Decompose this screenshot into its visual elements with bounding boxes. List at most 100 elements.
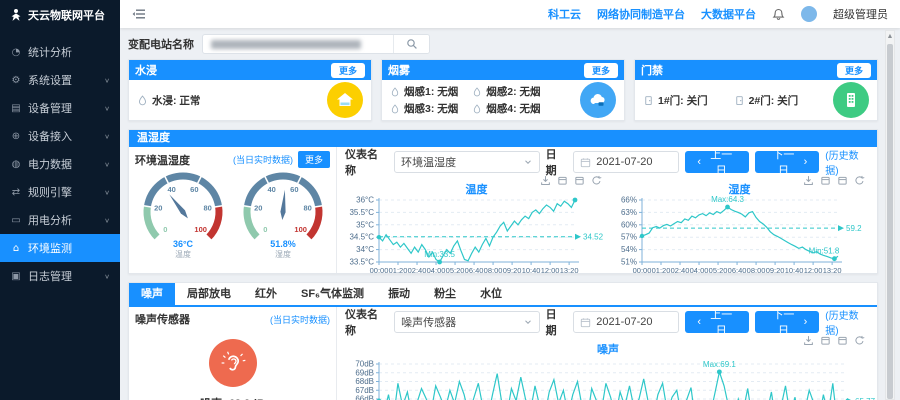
smoke-sensor-3: 烟感3: 无烟 [404,101,458,116]
gauge-subpanel: 环境温湿度 (当日实时数据) 更多 02040608010036°C温度 020… [129,147,337,273]
svg-text:Max:69.1: Max:69.1 [703,360,736,369]
door-more-button[interactable]: 更多 [837,63,871,78]
calendar-icon [580,317,591,328]
chevron-down-icon [523,157,533,167]
svg-text:00:00: 00:00 [633,266,652,275]
tab-infrared[interactable]: 红外 [243,283,289,305]
temperature-chart: 温度36°C35.5°C35°C34.5°C34°C33.5°C00:0001:… [345,175,608,275]
smoke-more-button[interactable]: 更多 [584,63,618,78]
door-icon [643,95,654,106]
svg-text:Min:33.5: Min:33.5 [424,250,455,259]
svg-text:66dB: 66dB [355,395,374,400]
svg-text:35°C: 35°C [356,220,374,229]
tab-water-level[interactable]: 水位 [468,283,514,305]
date-picker[interactable]: 2021-07-20 [573,311,679,333]
smoke-panel-title: 烟雾 [388,62,410,78]
ear-icon [220,350,246,376]
link-bigdata-platform[interactable]: 大数据平台 [701,6,756,22]
gauge-more-button[interactable]: 更多 [298,151,330,168]
page-scrollbar[interactable]: ▲ [885,30,895,400]
search-icon [406,38,418,50]
scroll-up-arrow[interactable]: ▲ [886,31,894,42]
water-more-button[interactable]: 更多 [331,63,365,78]
history-data-link[interactable]: (历史数据) [825,307,871,337]
gear-icon: ⚙ [10,75,22,86]
svg-text:10:40: 10:40 [522,266,541,275]
meter-select[interactable]: 环境温湿度 [394,151,539,173]
noise-chart: 噪声70dB69dB68dB67dB66dB65dB64dB63dB62dB00… [345,335,871,400]
sidebar-item-log-mgmt[interactable]: ▣日志管理∨ [0,262,120,290]
tab-vibration[interactable]: 振动 [376,283,422,305]
date-picker[interactable]: 2021-07-20 [573,151,679,173]
app-title: 天云物联网平台 [28,7,105,23]
water-status: 水浸: 正常 [152,93,200,108]
svg-text:01:20: 01:20 [652,266,671,275]
svg-text:Max:64.3: Max:64.3 [711,195,744,204]
bell-icon[interactable] [772,8,785,21]
search-button[interactable] [393,35,429,53]
history-data-link[interactable]: (历史数据) [825,147,871,177]
next-day-button[interactable]: 下一日› [755,311,819,333]
prev-day-button[interactable]: ‹上一日 [685,151,749,173]
chevron-down-icon: ∨ [104,76,110,83]
humidity-gauge: 02040608010051.8%湿度 [233,168,333,263]
svg-text:69dB: 69dB [355,368,374,377]
water-drop-icon [137,95,148,106]
realtime-data-label: (当日实时数据) [270,313,330,326]
svg-text:70dB: 70dB [355,360,374,369]
svg-text:63%: 63% [621,208,637,217]
sidebar-item-stats[interactable]: ◔统计分析 [0,38,120,66]
plug-icon: ⊕ [10,131,22,142]
link-kegong-cloud[interactable]: 科工云 [548,6,581,22]
meter-name-label: 仪表名称 [345,306,388,338]
meter-name-label: 仪表名称 [345,146,388,178]
sidebar-item-system-settings[interactable]: ⚙系统设置∨ [0,66,120,94]
house-icon [335,90,355,110]
noise-reading: 噪声: 63.9dB [135,395,330,400]
next-day-button[interactable]: 下一日› [755,151,819,173]
svg-text:80: 80 [203,204,211,213]
chevron-down-icon: ∨ [104,272,110,279]
svg-text:04:00: 04:00 [690,266,709,275]
svg-text:67dB: 67dB [355,386,374,395]
svg-text:40: 40 [167,185,175,194]
sidebar-item-device-mgmt[interactable]: ▤设备管理∨ [0,94,120,122]
smoke-sensor-icon [472,87,482,97]
tab-dust[interactable]: 粉尘 [422,283,468,305]
sidebar-item-rule-engine[interactable]: ⇄规则引擎∨ [0,178,120,206]
avatar[interactable] [801,6,817,22]
log-icon: ▣ [10,271,22,282]
svg-text:0: 0 [263,225,267,234]
scrollbar-thumb[interactable] [887,44,893,399]
svg-text:40: 40 [267,185,275,194]
collapse-sidebar-icon[interactable] [132,8,146,20]
sidebar-item-power-analysis[interactable]: ▭用电分析∨ [0,206,120,234]
svg-text:02:40: 02:40 [408,266,427,275]
noise-badge [209,339,257,387]
tab-noise[interactable]: 噪声 [129,283,175,305]
redacted-text [211,40,361,49]
svg-text:08:00: 08:00 [484,266,503,275]
sidebar-item-power-data[interactable]: ◍电力数据∨ [0,150,120,178]
tab-sf6-gas[interactable]: SF₆气体监测 [289,283,376,305]
svg-text:02:40: 02:40 [671,266,690,275]
building-icon [841,90,861,110]
sidebar-item-env-monitoring[interactable]: ⌂环境监测 [0,234,120,262]
smoke-sensor-1: 烟感1: 无烟 [404,84,458,99]
temp-humidity-section: 温湿度 环境温湿度 (当日实时数据) 更多 02040608010036°C温度… [128,129,878,274]
humidity-chart: 湿度66%63%60%57%54%51%00:0001:2002:4004:00… [608,175,871,275]
meter-select[interactable]: 噪声传感器 [394,311,539,333]
svg-text:0: 0 [163,225,167,234]
svg-text:00:00: 00:00 [370,266,389,275]
link-collab-platform[interactable]: 网络协同制造平台 [597,6,685,22]
substation-name-input[interactable] [203,35,393,53]
chevron-down-icon: ∨ [104,132,110,139]
chevron-down-icon [523,317,533,327]
sidebar-item-device-access[interactable]: ⊕设备接入∨ [0,122,120,150]
power-icon: ◍ [10,159,22,170]
svg-text:54%: 54% [621,245,637,254]
svg-text:08:00: 08:00 [747,266,766,275]
tab-partial-discharge[interactable]: 局部放电 [175,283,243,305]
prev-day-button[interactable]: ‹上一日 [685,311,749,333]
svg-text:34°C: 34°C [356,245,374,254]
